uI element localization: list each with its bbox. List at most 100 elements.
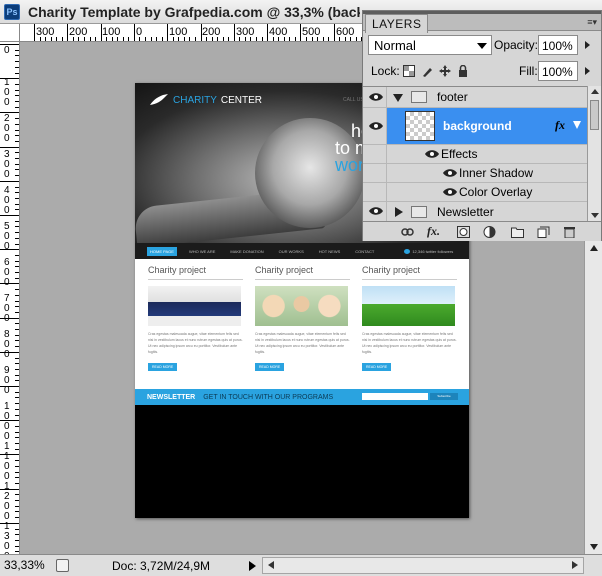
scroll-up-icon[interactable] (590, 245, 598, 251)
eye-icon[interactable] (369, 206, 383, 216)
eye-icon[interactable] (369, 92, 383, 102)
layer-row-footer[interactable]: footer (363, 87, 587, 108)
panel-menu-icon[interactable]: ≡▾ (587, 17, 597, 28)
ruler-tick (311, 37, 313, 41)
layer-row-newsletter[interactable]: Newsletter (363, 202, 587, 221)
ruler-tick (15, 186, 19, 188)
ruler-tick (0, 180, 19, 182)
document-horizontal-scrollbar[interactable] (262, 557, 584, 574)
logo-text-prefix: CHARITY (173, 94, 217, 106)
scroll-down-icon[interactable] (591, 213, 599, 218)
ruler-tick (183, 37, 185, 41)
ruler-tick (217, 37, 219, 41)
ruler-tick (15, 363, 19, 365)
lock-transparency-icon[interactable] (403, 65, 415, 77)
layer-row-color-overlay[interactable]: Color Overlay (363, 183, 587, 202)
scroll-left-icon[interactable] (268, 561, 274, 569)
mask-icon[interactable] (457, 226, 470, 238)
newsletter-bar: NEWSLETTER GET IN TOUCH WITH OUR PROGRAM… (135, 389, 469, 405)
ruler-label: 200 (4, 113, 10, 144)
status-menu-arrow-icon[interactable] (249, 561, 256, 571)
ruler-tick (294, 37, 296, 41)
vertical-ruler[interactable]: 0 100 200 300 400 500 600 700 800 900 10… (0, 42, 20, 554)
ruler-tick (15, 175, 19, 177)
scroll-down-icon[interactable] (590, 544, 598, 550)
ruler-tick (211, 37, 213, 41)
fill-field[interactable]: 100% (538, 61, 578, 81)
ruler-tick (0, 215, 19, 216)
lock-row: Lock: Fill: 100% (363, 61, 601, 83)
ruler-tick (15, 300, 19, 302)
layer-row-background[interactable]: background fx (363, 108, 587, 145)
ruler-tick (15, 220, 19, 222)
ruler-tick (15, 152, 19, 154)
layer-row-effects[interactable]: Effects (363, 145, 587, 164)
ruler-tick (139, 37, 141, 41)
ruler-tick (278, 37, 280, 41)
lock-label: Lock: (371, 64, 400, 78)
layers-scrollbar[interactable] (587, 86, 601, 221)
eye-icon[interactable] (443, 187, 457, 197)
ruler-tick (15, 277, 19, 279)
ruler-tick (15, 323, 19, 325)
ruler-tick (111, 37, 113, 41)
layer-name: Color Overlay (459, 185, 533, 199)
link-icon[interactable] (401, 226, 414, 238)
document-vertical-scrollbar[interactable] (584, 241, 602, 554)
opacity-field[interactable]: 100% (538, 35, 578, 55)
ruler-tick (200, 24, 202, 41)
adjustment-icon[interactable] (483, 226, 496, 238)
nav-item-home: HOME PAGE (147, 246, 177, 256)
fill-slider-arrow-icon[interactable] (585, 67, 590, 75)
scroll-right-icon[interactable] (572, 561, 578, 569)
ruler-origin[interactable] (0, 24, 20, 42)
ruler-tick (15, 340, 19, 342)
disclosure-closed-icon[interactable] (395, 207, 403, 217)
ruler-tick (15, 482, 19, 484)
ruler-tick (0, 386, 19, 387)
eye-column (363, 183, 387, 201)
eye-icon[interactable] (369, 121, 383, 131)
document-title: Charity Template by Grafpedia.com @ 33,3… (28, 4, 360, 20)
trash-icon[interactable] (563, 226, 576, 238)
scroll-up-icon[interactable] (591, 89, 599, 94)
eye-icon[interactable] (443, 168, 457, 178)
ruler-tick (189, 37, 191, 41)
folder-icon[interactable] (511, 226, 524, 238)
ruler-tick (15, 477, 19, 479)
layer-name: footer (437, 90, 468, 104)
tab-layers[interactable]: LAYERS (365, 14, 429, 33)
zoom-field[interactable]: 33,33% (4, 558, 54, 573)
layer-thumbnail (405, 111, 435, 141)
ruler-tick (15, 203, 19, 205)
ruler-tick (15, 517, 19, 519)
lock-pixels-icon[interactable] (421, 65, 433, 77)
folder-icon (411, 206, 427, 218)
horizontal-ruler[interactable]: 300 200 100 0 100 200 300 400 500 600 (20, 24, 362, 42)
document-info: Doc: 3,72M/24,9M (112, 559, 211, 573)
eye-icon[interactable] (425, 149, 439, 159)
disclosure-open-icon[interactable] (393, 94, 403, 102)
ruler-tick (95, 37, 97, 41)
lock-all-icon[interactable] (457, 65, 469, 77)
status-preview-icon[interactable] (56, 559, 69, 572)
ruler-tick (156, 37, 158, 41)
ruler-tick (15, 163, 19, 165)
layer-row-inner-shadow[interactable]: Inner Shadow (363, 164, 587, 183)
new-layer-icon[interactable] (537, 226, 550, 238)
opacity-slider-arrow-icon[interactable] (585, 41, 590, 49)
fx-icon[interactable]: fx. (427, 224, 440, 239)
blend-mode-select[interactable]: Normal (368, 35, 492, 55)
lock-position-icon[interactable] (439, 65, 451, 77)
read-more-button: READ MORE (362, 363, 392, 371)
project-column: Charity project Cras egestas malesuada a… (148, 265, 243, 373)
ruler-tick (15, 72, 19, 74)
ps-icon[interactable]: Ps (4, 4, 20, 20)
scroll-thumb[interactable] (590, 100, 599, 130)
fx-badge[interactable]: fx (555, 118, 565, 133)
project-title: Charity project (148, 265, 243, 280)
content-columns: Charity project Cras egestas malesuada a… (135, 259, 469, 389)
ruler-tick (15, 460, 19, 462)
disclosure-open-icon[interactable] (573, 121, 581, 131)
ruler-tick (72, 37, 74, 41)
